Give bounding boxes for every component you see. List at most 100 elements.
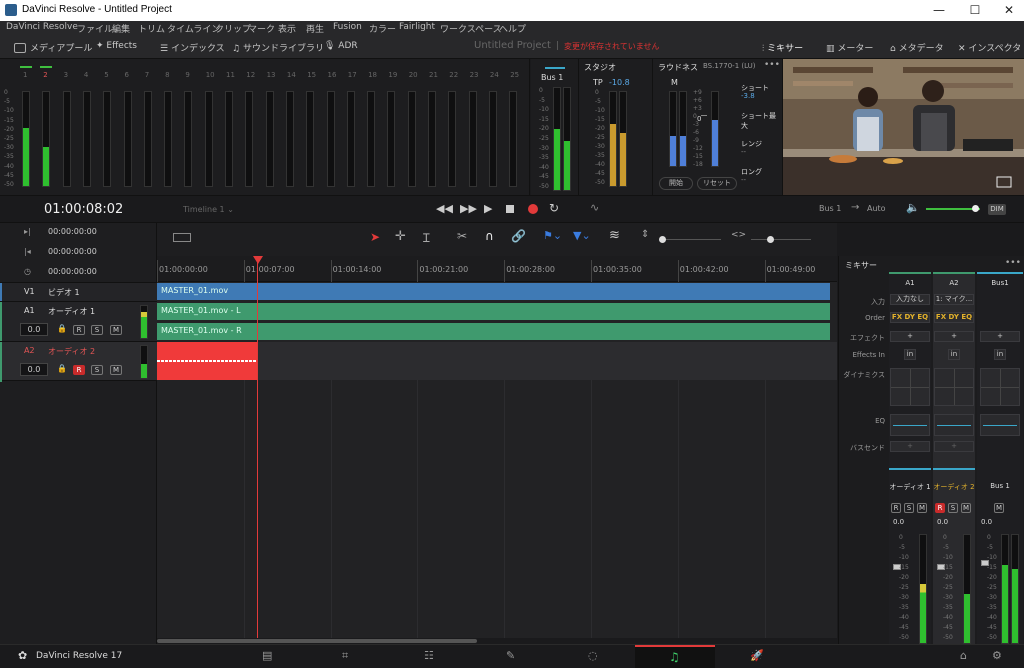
horizontal-zoom-slider[interactable] [751,239,811,240]
timeline-selector[interactable]: Timeline 1 ⌄ [183,205,234,214]
effects-in-button[interactable]: in [994,349,1006,360]
dynamics-graph[interactable] [980,368,1020,406]
a2-track-lane[interactable] [157,342,837,380]
menu-help[interactable]: ヘルプ [499,22,526,35]
mute-button[interactable]: M [994,503,1004,513]
video-viewer[interactable] [783,59,1024,195]
record-button[interactable] [528,204,538,214]
marker-icon[interactable]: ▼⌄ [573,229,591,242]
solo-button[interactable]: S [91,365,103,375]
auto-label[interactable]: Auto [867,204,886,213]
fusion-page-icon[interactable]: ✎ [506,649,515,662]
selection-tool-icon[interactable]: ➤ [370,230,380,244]
menu-davinci[interactable]: DaVinci Resolve [6,22,78,32]
eq-graph[interactable] [934,414,974,436]
meter-button[interactable]: ▥ メーター [826,41,873,54]
vertical-zoom-icon[interactable]: ⇕ [641,229,649,240]
eq-graph[interactable] [890,414,930,436]
menu-edit[interactable]: 編集 [112,22,130,35]
mute-button[interactable]: M [110,325,122,335]
reset-button[interactable]: リセット [697,177,737,190]
record-arm-button[interactable]: R [935,503,945,513]
eq-graph[interactable] [980,414,1020,436]
input-select[interactable]: 1: マイク... [934,294,974,305]
lock-icon[interactable]: 🔒 [57,324,67,333]
playhead-handle[interactable] [253,256,263,264]
fx-order[interactable]: FX DY EQ [934,312,974,323]
recording-clip[interactable] [157,342,258,380]
timeline-view-icon[interactable] [173,233,191,242]
stop-button[interactable] [506,205,514,213]
lock-icon[interactable]: 🔒 [57,364,67,373]
menu-timeline[interactable]: タイムライン [167,22,220,35]
input-select[interactable]: 入力なし [890,294,930,305]
rewind-button[interactable]: ◀◀ [436,202,453,215]
settings-gear-icon[interactable]: ⚙ [992,649,1002,662]
menu-clip[interactable]: クリップ [215,22,251,35]
razor-icon[interactable]: ✂ [457,229,467,243]
mute-button[interactable]: M [110,365,122,375]
solo-button[interactable]: S [904,503,914,513]
sound-library-button[interactable]: ♫ サウンドライブラリ [232,41,324,54]
home-icon[interactable]: ⌂ [960,649,967,662]
horizontal-zoom-icon[interactable]: <> [731,230,746,240]
mixer-button[interactable]: ⫶ ミキサー [762,41,803,54]
metadata-button[interactable]: ⌂ メタデータ [890,41,944,54]
dynamics-graph[interactable] [934,368,974,406]
add-effect-button[interactable]: + [890,331,930,342]
menu-view[interactable]: 表示 [278,22,296,35]
automation-icon[interactable]: ∿ [590,201,599,214]
loop-icon[interactable]: ↻ [549,201,559,215]
link-icon[interactable]: 🔗 [511,229,526,243]
vertical-zoom-slider[interactable] [661,239,721,240]
menu-trim[interactable]: トリム [138,22,165,35]
menu-color[interactable]: カラー [369,22,396,35]
mute-button[interactable]: M [961,503,971,513]
menu-workspace[interactable]: ワークスペース [440,22,502,35]
dynamics-graph[interactable] [890,368,930,406]
slider-knob[interactable] [767,236,774,243]
index-button[interactable]: ☰ インデックス [160,41,225,54]
volume-knob[interactable] [971,205,979,212]
color-page-icon[interactable]: ◌ [588,649,598,662]
flag-icon[interactable]: ⚑⌄ [543,229,562,242]
media-page-icon[interactable]: ▤ [262,649,272,662]
menu-mark[interactable]: マーク [248,22,275,35]
dim-button[interactable]: DIM [988,204,1006,215]
media-pool-button[interactable]: メディアプール [14,41,92,54]
out-point-timecode[interactable]: 00:00:00:00 [48,247,97,256]
adr-button[interactable]: 🎙 ADR [324,41,358,51]
fast-forward-button[interactable]: ▶▶ [460,202,477,215]
fairlight-page-tab[interactable]: ♫ [635,645,715,668]
record-arm-button[interactable]: R [73,325,85,335]
record-arm-button[interactable]: R [73,365,85,375]
edit-tool-icon[interactable]: Ɪ [423,229,430,246]
more-options-icon[interactable]: ••• [1005,258,1021,268]
waveform-zoom-icon[interactable]: ≋ [609,228,620,243]
track-header-a1[interactable]: A1 オーディオ 1 0.0 🔒 R S M [0,301,157,342]
track-header-v1[interactable]: V1 ビデオ 1 [0,282,157,302]
cut-page-icon[interactable]: ⌗ [342,649,348,663]
mute-button[interactable]: M [917,503,927,513]
close-button[interactable]: ✕ [992,0,1024,21]
range-tool-icon[interactable]: ✛ [395,229,406,244]
menu-fusion[interactable]: Fusion [333,22,362,32]
track-header-a2[interactable]: A2 オーディオ 2 0.0 🔒 R S M [0,341,157,382]
volume-field[interactable]: 0.0 [20,363,48,376]
record-arm-button[interactable]: R [891,503,901,513]
deliver-page-icon[interactable]: 🚀 [750,649,764,662]
in-point-timecode[interactable]: 00:00:00:00 [48,227,97,236]
volume-field[interactable]: 0.0 [20,323,48,336]
speaker-icon[interactable]: 🔈 [906,201,920,214]
minimize-button[interactable]: — [922,0,956,21]
slider-knob[interactable] [659,236,666,243]
timeline-ruler[interactable]: 01:00:00:00 01:00:07:00 01:00:14:00 01:00:2… [157,256,837,282]
start-button[interactable]: 開始 [659,177,693,190]
menu-playback[interactable]: 再生 [306,22,324,35]
output-bus[interactable]: Bus 1 [819,204,841,213]
menu-file[interactable]: ファイル [77,22,113,35]
solo-button[interactable]: S [91,325,103,335]
inspector-button[interactable]: ✕ インスペクタ [958,41,1021,54]
volume-slider[interactable] [926,205,980,212]
fx-order[interactable]: FX DY EQ [890,312,930,323]
